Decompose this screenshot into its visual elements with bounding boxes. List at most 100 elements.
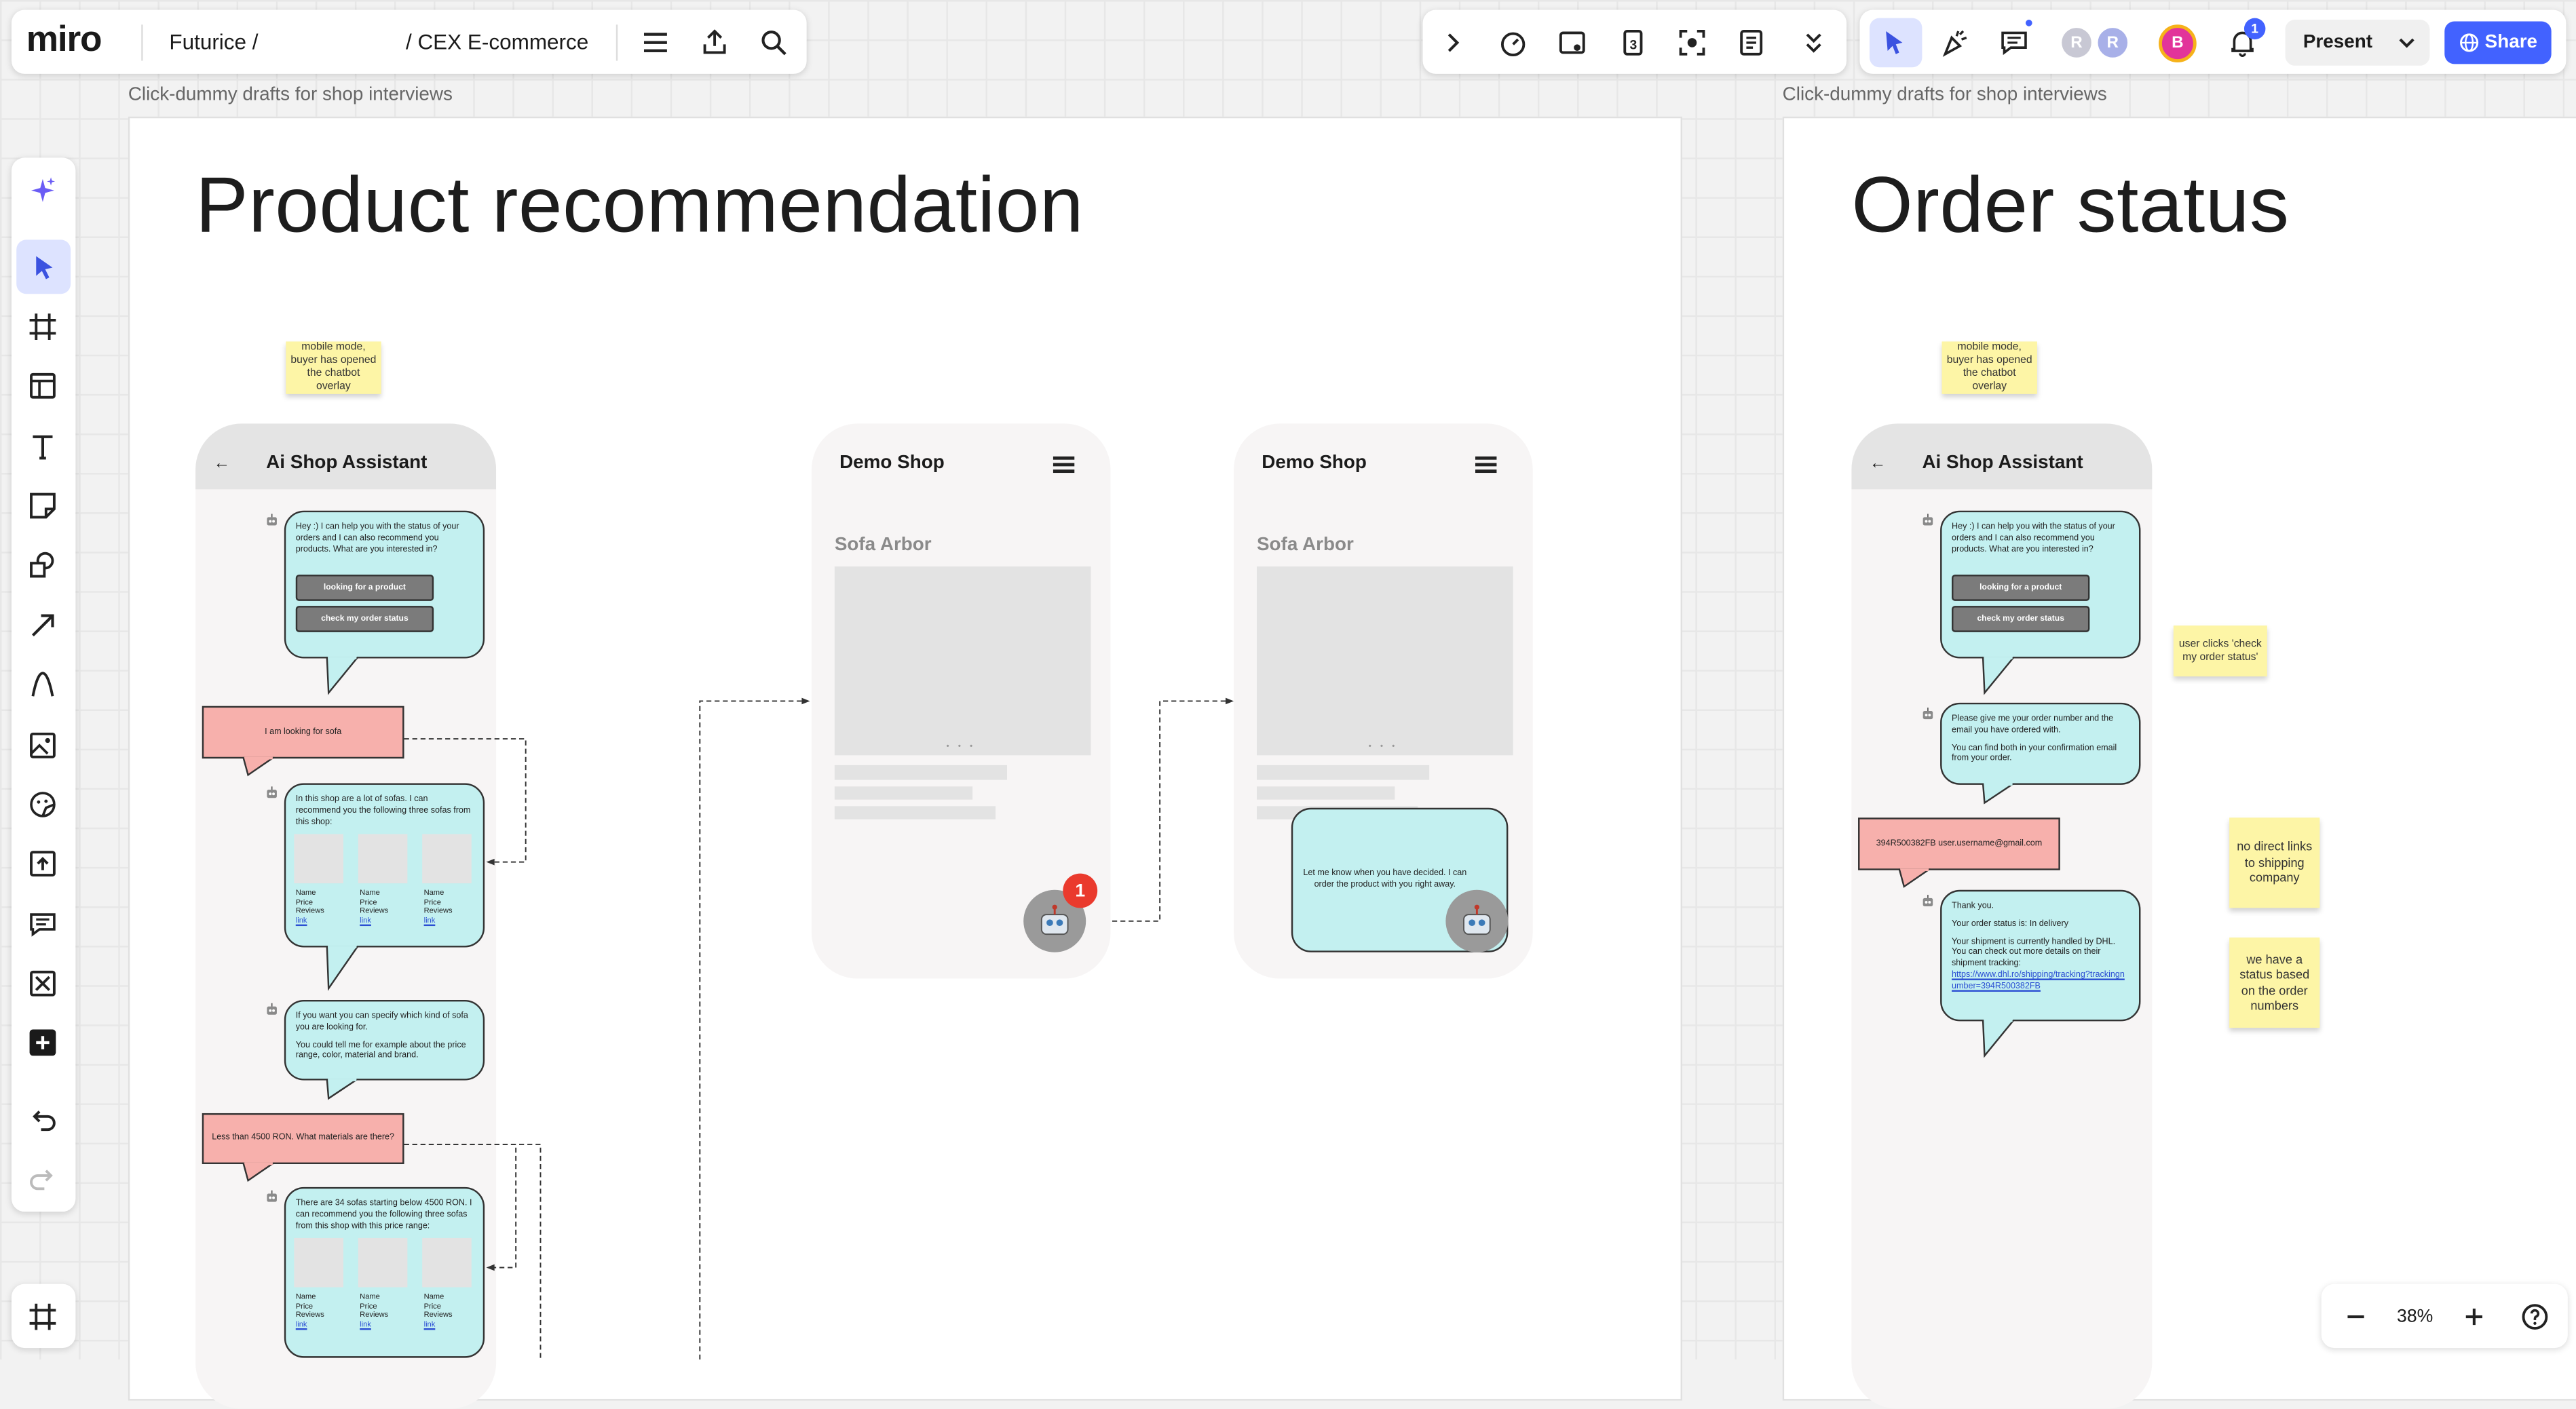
shapes-tool[interactable]: [20, 542, 66, 588]
templates-tool[interactable]: [20, 363, 66, 409]
robot-icon: [1922, 895, 1933, 907]
frame-icon: [29, 313, 56, 341]
bot-message-text: Hey :) I can help you with the status of…: [1952, 522, 2115, 555]
hamburger-menu-icon[interactable]: [1475, 455, 1498, 474]
collaborator-avatar[interactable]: R: [2058, 24, 2095, 61]
timer-button[interactable]: [1490, 20, 1536, 66]
bot-message-text: Your order status is: In delivery: [1952, 919, 2068, 929]
pen-icon: [31, 672, 54, 697]
notification-badge: 1: [1063, 873, 1098, 908]
carousel-dots[interactable]: • • •: [1369, 742, 1399, 752]
comment-tool[interactable]: [20, 902, 66, 948]
sticky-note[interactable]: we have a status based on the order numb…: [2229, 937, 2320, 1028]
minus-icon: [2347, 1315, 2364, 1319]
svg-text:3: 3: [1630, 38, 1637, 53]
more-tools-button[interactable]: [1791, 20, 1837, 66]
zoom-out-button[interactable]: [2333, 1294, 2379, 1340]
text-tool[interactable]: [20, 423, 66, 469]
export-button[interactable]: [692, 20, 738, 66]
focus-icon: [1679, 30, 1705, 56]
sticky-note[interactable]: user clicks 'check my order status': [2173, 625, 2267, 677]
redo-button[interactable]: [20, 1156, 66, 1202]
share-button[interactable]: Share: [2444, 21, 2552, 64]
frames-panel-button[interactable]: [20, 1294, 66, 1340]
share-label: Share: [2484, 33, 2538, 53]
sticky-note-tool[interactable]: [20, 483, 66, 529]
present-button[interactable]: Present: [2287, 20, 2389, 66]
focus-button[interactable]: [1669, 20, 1716, 66]
bot-message-order-status: Thank you. Your order status is: In deli…: [1940, 889, 2141, 1022]
upload-image-tool[interactable]: [20, 722, 66, 769]
board-name[interactable]: / CEX E-commerce: [406, 30, 588, 54]
robot-icon: [1922, 708, 1933, 720]
card-icon: [1559, 31, 1585, 54]
cursor-arrow-icon: [35, 255, 52, 279]
bot-message-text: Let me know when you have decided. I can…: [1303, 868, 1467, 890]
text-placeholder: [1256, 765, 1430, 780]
robot-icon: [1463, 904, 1491, 935]
check-order-status-button[interactable]: check my order status: [1952, 606, 2090, 632]
voting-button[interactable]: 3: [1610, 20, 1656, 66]
help-icon: [2522, 1304, 2548, 1330]
expand-button[interactable]: [1429, 20, 1475, 66]
chevron-down-icon: [2399, 38, 2414, 48]
text-placeholder: [1256, 786, 1395, 800]
undo-button[interactable]: [20, 1097, 66, 1143]
collaborator-avatar[interactable]: R: [2094, 24, 2131, 61]
double-chevron-down-icon: [1806, 33, 1821, 53]
bot-message-text: Please give me your order number and the…: [1952, 714, 2114, 735]
shapes-icon: [30, 552, 54, 578]
frame-label[interactable]: Click-dummy drafts for shop interviews: [1783, 85, 2107, 105]
search-button[interactable]: [751, 20, 797, 66]
breadcrumb-team[interactable]: Futurice /: [169, 30, 258, 54]
sticky-note[interactable]: no direct links to shipping company: [2229, 817, 2320, 908]
cursor-tracking-button[interactable]: [1869, 18, 1922, 68]
upload-icon: [703, 29, 726, 54]
bot-message: Please give me your order number and the…: [1940, 702, 2141, 785]
carousel-dots[interactable]: • • •: [946, 742, 976, 752]
menu-icon: [643, 33, 667, 52]
zoom-in-button[interactable]: [2451, 1294, 2497, 1340]
bubble-tail: [1982, 1020, 2015, 1058]
hamburger-menu-icon[interactable]: [1053, 455, 1076, 474]
frame-list-icon: [29, 1303, 56, 1330]
table-x-icon: [30, 970, 56, 997]
upload-tool[interactable]: [20, 841, 66, 887]
help-button[interactable]: [2512, 1294, 2558, 1340]
back-arrow-icon[interactable]: ←: [1870, 455, 1886, 473]
robot-icon: [1040, 904, 1069, 935]
select-tool[interactable]: [16, 239, 71, 294]
robot-icon: [1922, 514, 1933, 526]
search-icon: [761, 31, 787, 56]
user-message: 394R500382FB user.username@gmail.com: [1858, 817, 2060, 870]
notes-button[interactable]: [1728, 20, 1775, 66]
connection-line-tool[interactable]: [20, 602, 66, 649]
tracking-link[interactable]: https://www.dhl.ro/shipping/tracking?tra…: [1952, 970, 2129, 992]
zoom-level[interactable]: 38%: [2385, 1307, 2444, 1327]
card-button[interactable]: [1549, 20, 1595, 66]
miro-logo[interactable]: miro: [26, 18, 102, 61]
divider: [615, 24, 618, 61]
sticky-note[interactable]: mobile mode, buyer has opened the chatbo…: [1942, 341, 2037, 394]
pen-tool[interactable]: [20, 661, 66, 708]
more-apps-button[interactable]: [20, 1020, 66, 1066]
stickers-tool[interactable]: [20, 781, 66, 828]
chatbot-launcher-button[interactable]: [1445, 889, 1509, 952]
timer-icon: [1500, 32, 1526, 57]
chevron-right-icon: [1447, 33, 1460, 52]
redo-icon: [30, 1170, 53, 1191]
table-tool[interactable]: [20, 961, 66, 1007]
shop-title: Demo Shop: [1262, 453, 1367, 474]
product-title: Sofa Arbor: [834, 535, 932, 556]
looking-for-product-button[interactable]: looking for a product: [1952, 575, 2090, 601]
main-menu-button[interactable]: [632, 20, 679, 66]
template-icon: [30, 372, 56, 399]
user-avatar[interactable]: B: [2159, 24, 2197, 62]
plus-icon: [29, 1029, 56, 1056]
present-options-button[interactable]: [2387, 20, 2427, 66]
comments-button[interactable]: [1991, 20, 2037, 66]
image-icon: [30, 732, 56, 758]
frame-tool[interactable]: [20, 304, 66, 350]
reactions-button[interactable]: [1932, 20, 1978, 66]
ai-assist-button[interactable]: [20, 168, 66, 214]
